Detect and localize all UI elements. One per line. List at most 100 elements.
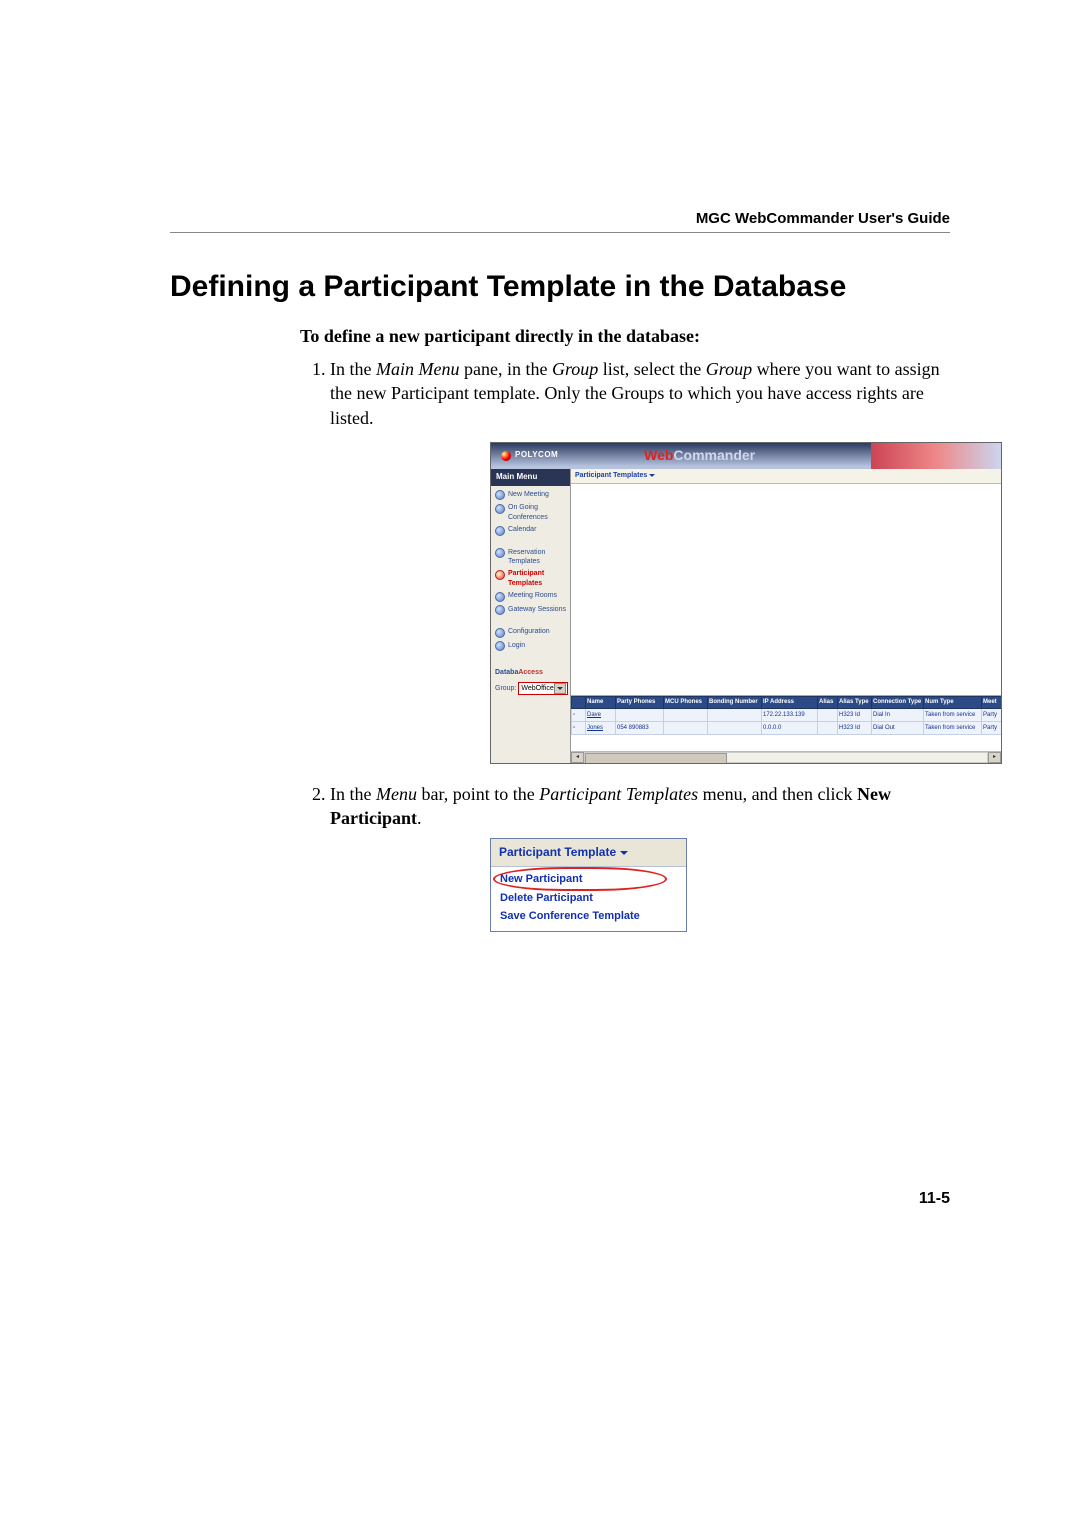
group-label: Group: (495, 684, 516, 693)
bullet-icon (495, 592, 505, 602)
col-name[interactable]: Name (586, 696, 616, 708)
participant-templates-menu[interactable]: Participant Templates (575, 471, 655, 480)
bullet-icon (495, 641, 505, 651)
nav-login[interactable]: Login (495, 641, 566, 652)
col-alias-type[interactable]: Alias Type (838, 696, 872, 708)
nav-new-meeting[interactable]: New Meeting (495, 490, 566, 501)
results-header-row: Name Party Phones MCU Phones Bonding Num… (572, 696, 1003, 708)
menu-item-delete-participant[interactable]: Delete Participant (495, 889, 682, 908)
cell-party (616, 708, 664, 721)
cell-mcu (664, 721, 708, 734)
screenshot-webcommander: POLYCOM WebCommander Main Menu New Meeti… (490, 442, 1002, 764)
em-menu: Menu (376, 784, 417, 804)
col-ip-address[interactable]: IP Address (762, 696, 818, 708)
cell-name[interactable]: Jones (586, 721, 616, 734)
chevron-down-icon (649, 474, 655, 480)
col-bonding-number[interactable]: Bonding Number (708, 696, 762, 708)
col-meet[interactable]: Meet (982, 696, 1003, 708)
group-select-value: WebOffice (521, 684, 553, 693)
cell-bond (708, 708, 762, 721)
sidebar: Main Menu New Meeting On Going Conferenc… (491, 469, 571, 763)
polycom-logo: POLYCOM (491, 450, 558, 461)
nav-gateway-sessions[interactable]: Gateway Sessions (495, 605, 566, 616)
sidebar-header: Main Menu (491, 469, 570, 486)
nav-configuration[interactable]: Configuration (495, 627, 566, 638)
cell-bond (708, 721, 762, 734)
menu-item-new-participant[interactable]: New Participant (495, 870, 682, 889)
cell-num: Taken from service (924, 721, 982, 734)
horizontal-scrollbar[interactable]: ◂ ▸ (571, 751, 1001, 763)
step-1: In the Main Menu pane, in the Group list… (330, 357, 950, 764)
logo-orb-icon (501, 451, 511, 461)
cell-ip: 0.0.0.0 (762, 721, 818, 734)
cell-alias (818, 708, 838, 721)
workarea-toolbar: Participant Templates (571, 469, 1001, 484)
bullet-icon (495, 548, 505, 558)
col-num-type[interactable]: Num Type (924, 696, 982, 708)
group-select[interactable]: WebOffice (518, 682, 567, 695)
logo-text: POLYCOM (515, 450, 558, 461)
nav-calendar[interactable]: Calendar (495, 525, 566, 536)
cell-num: Taken from service (924, 708, 982, 721)
col-party-phones[interactable]: Party Phones (616, 696, 664, 708)
nav-meeting-rooms[interactable]: Meeting Rooms (495, 591, 566, 602)
cell-atype: H323 Id (838, 721, 872, 734)
cell-conn: Dial Out (872, 721, 924, 734)
bullet-icon (495, 570, 505, 580)
brand-rest: Commander (673, 447, 755, 463)
menu-item-save-conference-template[interactable]: Save Conference Template (495, 907, 682, 926)
cell-atype: H323 Id (838, 708, 872, 721)
chevron-down-icon (554, 683, 566, 694)
header-rule (170, 232, 950, 233)
page-heading: Defining a Participant Template in the D… (170, 270, 950, 304)
scroll-left-icon[interactable]: ◂ (571, 752, 584, 763)
page-number: 11-5 (919, 1190, 950, 1208)
col-icon (572, 696, 586, 708)
table-row[interactable]: ▫ Dave 172.22.133.139 H323 Id Dial I (572, 708, 1003, 721)
nav-reservation-templates[interactable]: Reservation Templates (495, 548, 566, 567)
scroll-thumb[interactable] (585, 753, 727, 764)
em-group-1: Group (552, 359, 598, 379)
chevron-down-icon (620, 851, 628, 859)
em-participant-templates: Participant Templates (539, 784, 698, 804)
col-connection-type[interactable]: Connection Type (872, 696, 924, 708)
titlebar-decor (871, 443, 1001, 469)
cell-party: 054 890883 (616, 721, 664, 734)
scroll-track[interactable] (584, 752, 988, 763)
row-icon: ▫ (572, 708, 586, 721)
procedure-lead: To define a new participant directly in … (300, 326, 950, 347)
results-panel: Name Party Phones MCU Phones Bonding Num… (571, 695, 1001, 751)
step-list: In the Main Menu pane, in the Group list… (300, 357, 950, 932)
cell-name[interactable]: Dave (586, 708, 616, 721)
scroll-right-icon[interactable]: ▸ (988, 752, 1001, 763)
table-row[interactable]: ▫ Jones 054 890883 0.0.0.0 H323 Id Di (572, 721, 1003, 734)
brand-title: WebCommander (644, 446, 785, 465)
cell-ip: 172.22.133.139 (762, 708, 818, 721)
col-alias[interactable]: Alias (818, 696, 838, 708)
step-2: In the Menu bar, point to the Participan… (330, 782, 950, 932)
em-group-2: Group (706, 359, 752, 379)
cell-mcu (664, 708, 708, 721)
bullet-icon (495, 490, 505, 500)
nav-ongoing-conf[interactable]: On Going Conferences (495, 503, 566, 522)
cell-alias (818, 721, 838, 734)
screenshot-dropdown: Participant Template New Participant Del… (490, 838, 687, 932)
brand-web: Web (644, 447, 673, 463)
cell-conn: Dial In (872, 708, 924, 721)
work-area: Participant Templates (571, 469, 1001, 763)
database-label: DatabaAccess (495, 668, 566, 677)
dropdown-menu: New Participant Delete Participant Save … (491, 867, 686, 932)
row-icon: ▫ (572, 721, 586, 734)
bullet-icon (495, 504, 505, 514)
nav-participant-templates[interactable]: Participant Templates (495, 569, 566, 588)
bullet-icon (495, 628, 505, 638)
cell-meet: Party (982, 708, 1003, 721)
dropdown-header[interactable]: Participant Template (491, 839, 686, 866)
em-main-menu: Main Menu (376, 359, 459, 379)
results-table: Name Party Phones MCU Phones Bonding Num… (571, 696, 1002, 735)
running-head: MGC WebCommander User's Guide (696, 210, 950, 227)
bullet-icon (495, 605, 505, 615)
col-mcu-phones[interactable]: MCU Phones (664, 696, 708, 708)
app-titlebar: POLYCOM WebCommander (491, 443, 1001, 469)
bullet-icon (495, 526, 505, 536)
